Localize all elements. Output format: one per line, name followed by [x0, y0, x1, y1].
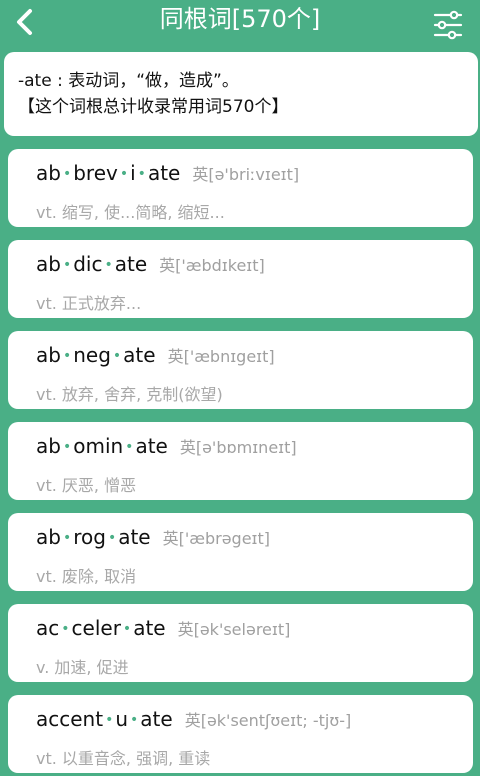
word-part: ate — [147, 161, 181, 185]
word-card[interactable]: ab • rog • ate 英['æbrəgeɪt] vt. 废除, 取消 — [8, 513, 473, 591]
word-meaning: vt. 正式放弃... — [36, 294, 142, 313]
root-intro-card: -ate : 表动词，“做，造成”。 【这个词根总计收录常用词570个】 — [4, 52, 478, 136]
word-part: ac — [36, 616, 60, 640]
word-text: ab • rog • ate — [36, 525, 151, 549]
syllable-dot-icon: • — [62, 348, 72, 364]
syllable-dot-icon: • — [62, 257, 72, 273]
word-line: ac • celer • ate 英[ək'seləreɪt] — [36, 616, 473, 646]
syllable-dot-icon: • — [105, 712, 114, 728]
word-card[interactable]: accent • u • ate 英[ək'sentʃʊeɪt; -tjʊ-] vt. 以重… — [8, 695, 473, 773]
syllable-dot-icon: • — [137, 166, 146, 182]
phonetic: 英['æbrəgeɪt] — [162, 529, 271, 548]
word-line: accent • u • ate 英[ək'sentʃʊeɪt; -tjʊ-] — [36, 707, 473, 737]
word-part: i — [130, 161, 136, 185]
word-part: ab — [36, 525, 61, 549]
syllable-dot-icon: • — [62, 166, 72, 182]
word-part: dic — [73, 252, 103, 276]
phonetic: 英[ə'briːvɪeɪt] — [192, 165, 300, 184]
root-word-count: 【这个词根总计收录常用词570个】 — [18, 97, 289, 117]
word-text: ab • brev • i • ate — [36, 161, 180, 185]
sliders-icon — [433, 10, 463, 40]
syllable-dot-icon: • — [122, 621, 132, 637]
word-part: ab — [36, 434, 61, 458]
syllable-dot-icon: • — [104, 257, 113, 273]
word-part: ate — [123, 343, 156, 367]
word-part: neg — [73, 343, 111, 367]
syllable-dot-icon: • — [125, 439, 134, 455]
word-meaning: vt. 厌恶, 憎恶 — [36, 476, 137, 495]
word-meaning: vt. 缩写, 使...简略, 缩短... — [36, 203, 225, 222]
word-text: ab • omin • ate — [36, 434, 168, 458]
word-card[interactable]: ab • brev • i • ate 英[ə'briːvɪeɪt] vt. 缩写, 使...简… — [8, 149, 473, 227]
word-line: ab • dic • ate 英['æbdɪkeɪt] — [36, 252, 473, 282]
word-meaning: v. 加速, 促进 — [36, 658, 129, 677]
word-card[interactable]: ab • omin • ate 英[ə'bɒmɪneɪt] vt. 厌恶, 憎恶 — [8, 422, 473, 500]
phonetic: 英[ək'seləreɪt] — [177, 620, 291, 639]
word-part: rog — [73, 525, 106, 549]
word-line: ab • brev • i • ate 英[ə'briːvɪeɪt] — [36, 161, 473, 191]
phonetic: 英[ə'bɒmɪneɪt] — [179, 438, 297, 457]
word-part: ate — [135, 434, 168, 458]
syllable-dot-icon: • — [62, 439, 72, 455]
root-definition: -ate : 表动词，“做，造成”。 — [18, 71, 239, 91]
word-part: celer — [71, 616, 121, 640]
syllable-dot-icon: • — [119, 166, 129, 182]
syllable-dot-icon: • — [62, 530, 72, 546]
word-text: accent • u • ate — [36, 707, 173, 731]
syllable-dot-icon: • — [130, 712, 139, 728]
word-line: ab • neg • ate 英['æbnɪgeɪt] — [36, 343, 473, 373]
word-text: ab • dic • ate — [36, 252, 147, 276]
word-part: ate — [118, 525, 151, 549]
word-part: brev — [73, 161, 118, 185]
top-bar: 同根词[570个] — [0, 0, 480, 44]
word-part: ate — [133, 616, 166, 640]
word-card[interactable]: ab • neg • ate 英['æbnɪgeɪt] vt. 放弃, 舍弃, 克制(欲望) — [8, 331, 473, 409]
word-line: ab • rog • ate 英['æbrəgeɪt] — [36, 525, 473, 555]
phonetic: 英[ək'sentʃʊeɪt; -tjʊ-] — [184, 711, 352, 730]
word-card[interactable]: ab • dic • ate 英['æbdɪkeɪt] vt. 正式放弃... — [8, 240, 473, 318]
filter-button[interactable] — [432, 10, 466, 40]
word-card[interactable]: ac • celer • ate 英[ək'seləreɪt] v. 加速, 促进 — [8, 604, 473, 682]
syllable-dot-icon: • — [107, 530, 117, 546]
word-part: ab — [36, 161, 61, 185]
word-part: ab — [36, 252, 61, 276]
word-text: ac • celer • ate — [36, 616, 166, 640]
word-part: ate — [140, 707, 173, 731]
word-line: ab • omin • ate 英[ə'bɒmɪneɪt] — [36, 434, 473, 464]
word-meaning: vt. 以重音念, 强调, 重读 — [36, 749, 211, 768]
phonetic: 英['æbdɪkeɪt] — [159, 256, 265, 275]
word-part: ab — [36, 343, 61, 367]
word-part: accent — [36, 707, 104, 731]
word-part: u — [115, 707, 129, 731]
word-text: ab • neg • ate — [36, 343, 156, 367]
word-part: ate — [114, 252, 148, 276]
phonetic: 英['æbnɪgeɪt] — [167, 347, 275, 366]
page-title: 同根词[570个] — [159, 5, 321, 33]
syllable-dot-icon: • — [61, 621, 70, 637]
syllable-dot-icon: • — [112, 348, 122, 364]
word-meaning: vt. 废除, 取消 — [36, 567, 137, 586]
word-list: ab • brev • i • ate 英[ə'briːvɪeɪt] vt. 缩写, 使...简… — [8, 149, 473, 776]
word-meaning: vt. 放弃, 舍弃, 克制(欲望) — [36, 385, 223, 404]
word-part: omin — [73, 434, 124, 458]
